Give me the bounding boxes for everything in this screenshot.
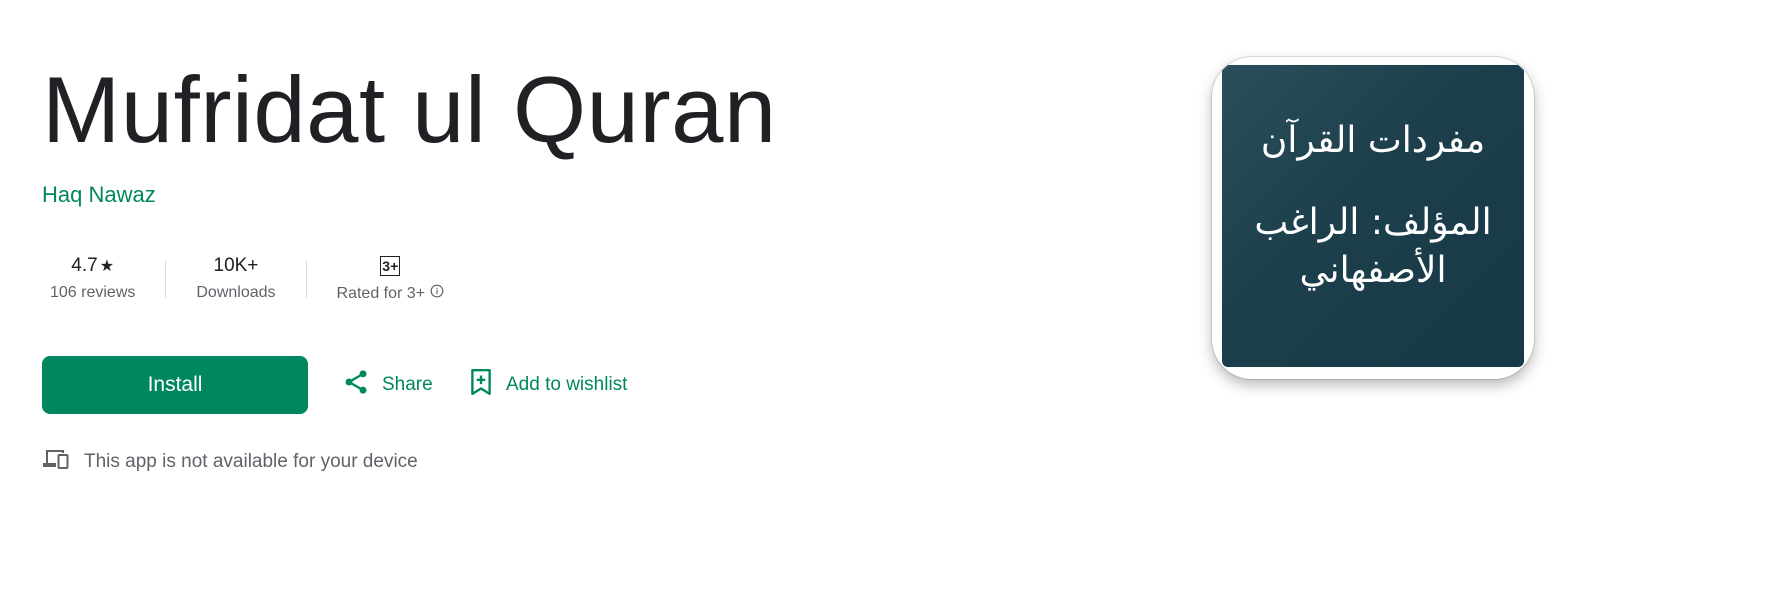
content-rating-label: Rated for 3+: [336, 284, 426, 302]
add-to-wishlist-button[interactable]: Add to wishlist: [468, 368, 627, 402]
app-icon-artwork: مفردات القرآن المؤلف: الراغب الأصفهاني: [1222, 65, 1524, 367]
stat-divider: [165, 260, 167, 298]
availability-message: This app is not available for your devic…: [84, 451, 418, 472]
availability-notice: This app is not available for your devic…: [42, 447, 418, 477]
app-title: Mufridat ul Quran: [42, 57, 777, 162]
app-icon: مفردات القرآن المؤلف: الراغب الأصفهاني: [1212, 57, 1534, 379]
share-label: Share: [382, 374, 433, 395]
icon-author-text: المؤلف: الراغب الأصفهاني: [1254, 202, 1492, 291]
downloads-value: 10K+: [213, 255, 259, 276]
downloads-label: Downloads: [196, 284, 276, 301]
share-button[interactable]: Share: [342, 368, 433, 402]
developer-link[interactable]: Haq Nawaz: [42, 182, 156, 208]
devices-icon: [42, 447, 70, 477]
rating-value: 4.7: [71, 255, 98, 276]
app-stats: 4.7 ★ 106 reviews 10K+ Downloads 3+ Rate…: [42, 252, 452, 303]
content-rating-badge: 3+: [380, 256, 401, 276]
star-icon: ★: [99, 258, 115, 275]
bookmark-add-icon: [468, 368, 494, 402]
rating-stat: 4.7 ★ 106 reviews: [42, 252, 143, 302]
icon-title-text: مفردات القرآن: [1260, 120, 1486, 161]
downloads-stat: 10K+ Downloads: [188, 252, 283, 302]
install-button[interactable]: Install: [42, 356, 308, 414]
wishlist-label: Add to wishlist: [506, 374, 628, 395]
stat-divider: [305, 260, 307, 298]
reviews-count[interactable]: 106 reviews: [50, 284, 135, 302]
content-rating-stat: 3+ Rated for 3+: [329, 252, 453, 303]
share-icon: [342, 368, 370, 402]
info-icon[interactable]: [430, 284, 444, 303]
